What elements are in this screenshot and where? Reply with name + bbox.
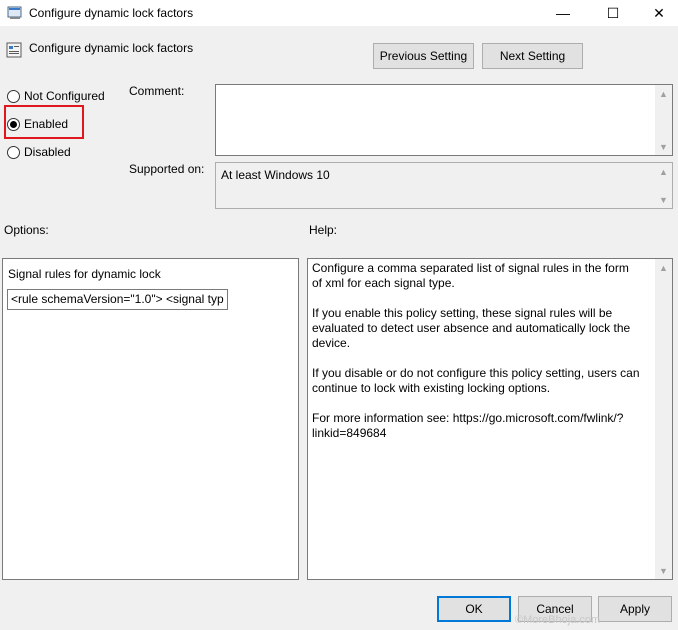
minimize-button[interactable]: — [540, 0, 586, 26]
scroll-up-icon[interactable]: ▲ [655, 85, 672, 102]
apply-button[interactable]: Apply [598, 596, 672, 622]
close-button[interactable]: ✕ [636, 0, 678, 26]
maximize-icon: ☐ [606, 4, 620, 21]
radio-circle [7, 89, 20, 103]
close-icon: ✕ [653, 4, 665, 21]
supported-on-value: At least Windows 10 [221, 168, 330, 182]
previous-setting-button[interactable]: Previous Setting [373, 43, 474, 69]
scroll-down-icon[interactable]: ▼ [655, 191, 672, 208]
window-title: Configure dynamic lock factors [29, 6, 194, 20]
signal-rules-input[interactable]: <rule schemaVersion="1.0"> <signal typ [7, 289, 228, 310]
help-label: Help: [309, 223, 338, 237]
maximize-button[interactable]: ☐ [590, 0, 636, 26]
help-scrollbar[interactable]: ▲ ▼ [655, 259, 672, 579]
scroll-up-icon[interactable]: ▲ [655, 259, 672, 276]
next-setting-button[interactable]: Next Setting [482, 43, 583, 69]
help-paragraph: If you disable or do not configure this … [312, 366, 640, 395]
supported-scrollbar[interactable]: ▲ ▼ [655, 163, 672, 208]
scroll-down-icon[interactable]: ▼ [655, 562, 672, 579]
supported-on-box: At least Windows 10 ▲ ▼ [215, 162, 673, 209]
signal-rules-label: Signal rules for dynamic lock [8, 267, 161, 281]
setting-title: Configure dynamic lock factors [29, 41, 194, 55]
scroll-down-icon[interactable]: ▼ [655, 138, 672, 155]
radio-circle [7, 145, 20, 159]
radio-label: Disabled [24, 145, 71, 159]
radio-label: Not Configured [24, 89, 105, 103]
scroll-up-icon[interactable]: ▲ [655, 163, 672, 180]
comment-label: Comment: [129, 84, 185, 98]
help-panel: Configure a comma separated list of sign… [307, 258, 673, 580]
watermark: ©MoreBhoja.com [515, 614, 601, 626]
radio-not-configured[interactable]: Not Configured [7, 88, 105, 104]
ok-button[interactable]: OK [437, 596, 511, 622]
options-panel: Signal rules for dynamic lock <rule sche… [2, 258, 299, 580]
minimize-icon: — [556, 5, 570, 21]
title-bar: Configure dynamic lock factors — ☐ ✕ [0, 0, 678, 26]
help-paragraph: If you enable this policy setting, these… [312, 306, 631, 350]
comment-scrollbar[interactable]: ▲ ▼ [655, 85, 672, 155]
enabled-highlight-box [4, 105, 84, 139]
policy-setting-icon [6, 42, 22, 58]
help-paragraph: Configure a comma separated list of sign… [312, 261, 629, 290]
radio-disabled[interactable]: Disabled [7, 144, 71, 160]
policy-window-icon [7, 6, 22, 19]
help-paragraph: For more information see: https://go.mic… [312, 411, 624, 440]
options-label: Options: [4, 223, 49, 237]
help-text: Configure a comma separated list of sign… [312, 261, 642, 456]
supported-on-label: Supported on: [129, 162, 205, 176]
comment-textarea[interactable]: ▲ ▼ [215, 84, 673, 156]
